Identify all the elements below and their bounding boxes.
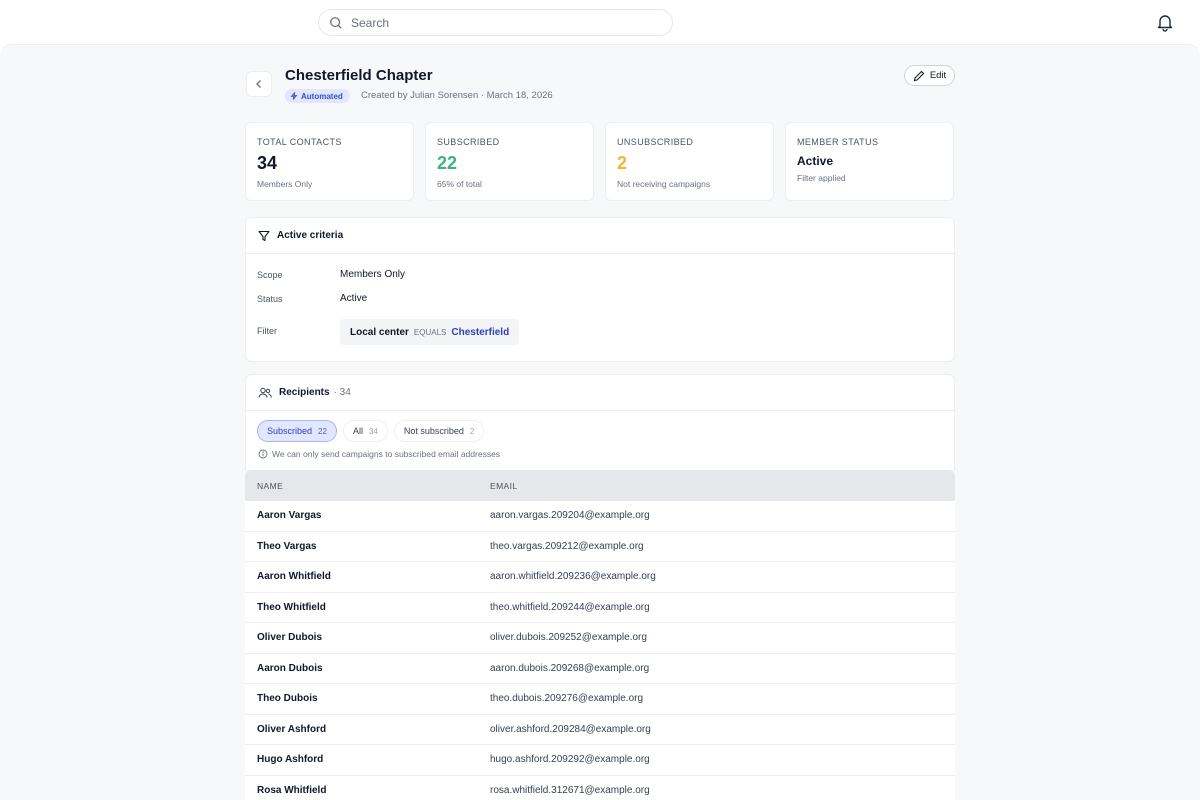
table-row[interactable]: Hugo Ashford hugo.ashford.209292@example.… (245, 745, 955, 776)
cell-name: Oliver Dubois (257, 632, 323, 644)
filter-value: Chesterfield (451, 326, 510, 338)
recipients-card: Recipients · 34 Subscribed 22 All 34 Not… (245, 374, 955, 471)
recipients-table: NAME EMAIL Aaron Vargas aaron.vargas.2092… (245, 470, 955, 800)
subscription-note: We can only send campaigns to subscribed… (258, 449, 500, 459)
stat-value: 22 (437, 153, 458, 173)
cell-email: aaron.dubois.209268@example.org (490, 662, 650, 674)
criteria-title: Active criteria (277, 230, 344, 241)
top-bar (0, 0, 1200, 44)
cell-name: Theo Whitfield (257, 601, 326, 613)
tab-subscribed[interactable]: Subscribed 22 (257, 420, 337, 442)
filter-field: Local center (350, 326, 409, 338)
search-input[interactable] (351, 15, 651, 30)
cell-email: theo.whitfield.209244@example.org (490, 601, 650, 613)
table-row[interactable]: Aaron Dubois aaron.dubois.209268@example.… (245, 653, 955, 684)
column-header-name[interactable]: NAME (245, 481, 490, 491)
table-row[interactable]: Oliver Dubois oliver.dubois.209252@exampl… (245, 623, 955, 654)
search-icon (330, 16, 342, 29)
cell-email: aaron.vargas.209204@example.org (490, 510, 650, 522)
table-header: NAME EMAIL (245, 470, 955, 501)
cell-name: Aaron Vargas (257, 510, 322, 522)
cell-name: Aaron Dubois (257, 662, 323, 674)
cell-email: rosa.whitfield.312671@example.org (490, 784, 650, 796)
stat-sub: Members Only (257, 179, 313, 189)
cell-name: Hugo Ashford (257, 754, 324, 766)
stat-value: Active (797, 154, 834, 168)
cell-name: Theo Dubois (257, 693, 318, 705)
recipient-tabs: Subscribed 22 All 34 Not subscribed 2 (257, 420, 485, 442)
scope-value: Members Only (340, 269, 406, 280)
stat-value: 34 (257, 153, 278, 173)
recipients-count: · 34 (333, 387, 351, 398)
tab-all[interactable]: All 34 (342, 420, 388, 442)
cell-email: oliver.dubois.209252@example.org (490, 632, 647, 644)
cell-email: aaron.whitfield.209236@example.org (490, 571, 656, 583)
stat-label: UNSUBSCRIBED (617, 137, 694, 147)
table-row[interactable]: Aaron Vargas aaron.vargas.209204@example.… (245, 501, 955, 532)
criteria-header: Active criteria (246, 218, 954, 254)
edit-button[interactable]: Edit (904, 65, 955, 86)
badge-label: Automated (301, 91, 343, 101)
stat-label: TOTAL CONTACTS (257, 137, 342, 147)
created-meta: Created by Julian Sorensen · March 18, 2… (361, 90, 553, 101)
cell-name: Oliver Ashford (257, 723, 327, 735)
users-icon (258, 387, 272, 398)
tab-not-subscribed[interactable]: Not subscribed 2 (393, 420, 485, 442)
automated-badge: Automated (285, 89, 350, 103)
tab-label: Not subscribed (403, 426, 464, 436)
cell-email: hugo.ashford.209292@example.org (490, 754, 650, 766)
cell-email: theo.vargas.209212@example.org (490, 540, 644, 552)
table-row[interactable]: Rosa Whitfield rosa.whitfield.312671@exam… (245, 775, 955, 800)
stat-sub: 65% of total (437, 179, 482, 189)
filter-icon (258, 230, 270, 241)
cell-email: oliver.ashford.209284@example.org (490, 723, 651, 735)
search-bar[interactable] (318, 9, 673, 36)
table-row[interactable]: Oliver Ashford oliver.ashford.209284@exam… (245, 714, 955, 745)
column-header-email[interactable]: EMAIL (490, 481, 518, 491)
status-value: Active (340, 293, 368, 304)
stat-sub: Filter applied (797, 173, 846, 183)
stat-card-member-status: MEMBER STATUS Active Filter applied (785, 122, 954, 201)
chevron-left-icon (256, 80, 261, 88)
pencil-icon (913, 70, 925, 81)
table-row[interactable]: Theo Dubois theo.dubois.209276@example.or… (245, 684, 955, 715)
bell-icon[interactable] (1155, 12, 1175, 32)
tab-count: 2 (469, 426, 475, 436)
stat-card-subscribed: SUBSCRIBED 22 65% of total (425, 122, 594, 201)
cell-name: Aaron Whitfield (257, 571, 331, 583)
stat-sub: Not receiving campaigns (617, 179, 711, 189)
table-row[interactable]: Aaron Whitfield aaron.whitfield.209236@ex… (245, 562, 955, 593)
scope-label: Scope (257, 270, 283, 280)
stat-label: SUBSCRIBED (437, 137, 500, 147)
cell-email: theo.dubois.209276@example.org (490, 693, 644, 705)
tab-count: 34 (368, 426, 378, 436)
cell-name: Theo Vargas (257, 540, 317, 552)
filter-label: Filter (257, 326, 277, 336)
lightning-icon (290, 92, 298, 100)
stat-card-unsubscribed: UNSUBSCRIBED 2 Not receiving campaigns (605, 122, 774, 201)
status-label: Status (257, 294, 283, 304)
criteria-card: Active criteria Scope Members Only Statu… (245, 217, 955, 362)
tab-count: 22 (318, 426, 327, 436)
stat-value: 2 (617, 153, 628, 173)
stat-card-total: TOTAL CONTACTS 34 Members Only (245, 122, 414, 201)
recipients-title: Recipients (279, 387, 330, 398)
tab-label: Subscribed (267, 426, 313, 436)
note-text: We can only send campaigns to subscribed… (272, 449, 501, 459)
recipients-header: Recipients · 34 (246, 375, 954, 411)
edit-label: Edit (929, 70, 947, 81)
table-row[interactable]: Theo Vargas theo.vargas.209212@example.or… (245, 531, 955, 562)
stat-label: MEMBER STATUS (797, 137, 879, 147)
table-row[interactable]: Theo Whitfield theo.whitfield.209244@exam… (245, 592, 955, 623)
filter-operator: EQUALS (413, 327, 447, 337)
back-button[interactable] (246, 71, 272, 97)
filter-pill: Local center EQUALS Chesterfield (340, 319, 520, 345)
tab-label: All (352, 426, 363, 436)
cell-name: Rosa Whitfield (257, 784, 327, 796)
info-icon (258, 449, 268, 459)
page-title: Chesterfield Chapter (285, 67, 433, 84)
